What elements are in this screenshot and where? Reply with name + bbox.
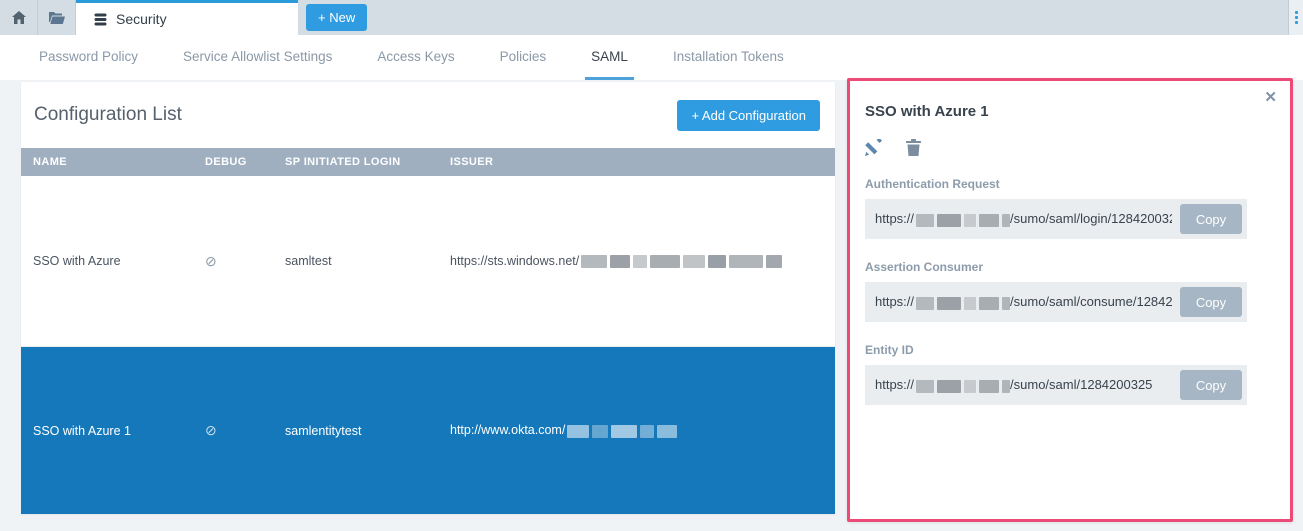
collection-stack-icon	[94, 13, 107, 26]
top-tab-bar: Security + New	[0, 0, 1303, 35]
issuer-value: http://www.okta.com/	[450, 423, 835, 437]
sp-initiated-login-value: samlentitytest	[285, 424, 450, 438]
home-icon	[12, 11, 26, 24]
copy-entity-id-button[interactable]: Copy	[1180, 370, 1242, 400]
column-header-sp-initiated-login: SP INITIATED LOGIN	[285, 156, 450, 168]
issuer-prefix: http://www.okta.com/	[450, 423, 565, 437]
field-value: https:///sumo/saml/consume/128420	[875, 294, 1172, 309]
page-title: Configuration List	[34, 104, 182, 126]
tab-password-policy[interactable]: Password Policy	[33, 35, 144, 80]
table-row-sso-with-azure-1[interactable]: SSO with Azure 1 ⊘ samlentitytest http:/…	[21, 347, 835, 514]
copy-assertion-consumer-button[interactable]: Copy	[1180, 287, 1242, 317]
field-value: https:///sumo/saml/login/1284200325	[875, 211, 1172, 226]
issuer-prefix: https://sts.windows.net/	[450, 254, 579, 268]
tab-service-allowlist-settings[interactable]: Service Allowlist Settings	[177, 35, 338, 80]
redacted-blur	[581, 255, 782, 268]
add-configuration-button[interactable]: + Add Configuration	[677, 100, 820, 131]
config-name: SSO with Azure 1	[33, 424, 205, 438]
kebab-menu-icon[interactable]	[1288, 0, 1303, 35]
field-value: https:///sumo/saml/1284200325	[875, 377, 1172, 392]
delete-button[interactable]	[906, 139, 921, 156]
redacted-blur	[567, 425, 677, 438]
table-header: NAME DEBUG SP INITIATED LOGIN ISSUER	[21, 148, 835, 176]
tab-policies[interactable]: Policies	[494, 35, 553, 80]
field-label: Entity ID	[865, 343, 1275, 357]
close-icon[interactable]: ✕	[1264, 90, 1277, 105]
authentication-request-field: https:///sumo/saml/login/1284200325 Copy	[865, 199, 1247, 239]
redacted-blur	[916, 297, 1010, 310]
tab-security[interactable]: Security	[76, 0, 298, 35]
authentication-request-group: Authentication Request https:///sumo/sam…	[865, 177, 1275, 239]
new-tab-button[interactable]: + New	[306, 4, 367, 31]
tab-saml[interactable]: SAML	[585, 35, 634, 80]
field-label: Authentication Request	[865, 177, 1275, 191]
debug-disabled-icon: ⊘	[205, 253, 285, 270]
entity-id-group: Entity ID https:///sumo/saml/1284200325 …	[865, 343, 1275, 405]
folder-tab[interactable]	[38, 0, 76, 35]
edit-button[interactable]	[865, 139, 882, 156]
debug-disabled-icon: ⊘	[205, 422, 285, 439]
table-row-sso-with-azure[interactable]: SSO with Azure ⊘ samltest https://sts.wi…	[21, 176, 835, 347]
redacted-blur	[916, 380, 1010, 393]
assertion-consumer-field: https:///sumo/saml/consume/128420 Copy	[865, 282, 1247, 322]
home-tab[interactable]	[0, 0, 38, 35]
column-header-issuer: ISSUER	[450, 156, 835, 168]
tab-installation-tokens[interactable]: Installation Tokens	[667, 35, 790, 80]
assertion-consumer-group: Assertion Consumer https:///sumo/saml/co…	[865, 260, 1275, 322]
saml-detail-panel: ✕ SSO with Azure 1 Authentication Reques…	[847, 78, 1293, 522]
redacted-blur	[916, 214, 1010, 227]
folder-icon	[49, 11, 65, 24]
trash-icon	[906, 139, 921, 156]
security-subnav: Password Policy Service Allowlist Settin…	[0, 35, 1303, 80]
copy-authentication-request-button[interactable]: Copy	[1180, 204, 1242, 234]
entity-id-field: https:///sumo/saml/1284200325 Copy	[865, 365, 1247, 405]
issuer-value: https://sts.windows.net/	[450, 254, 835, 268]
detail-panel-title: SSO with Azure 1	[865, 103, 1275, 120]
column-header-debug: DEBUG	[205, 156, 285, 168]
field-label: Assertion Consumer	[865, 260, 1275, 274]
pencil-icon	[865, 139, 882, 156]
tab-security-label: Security	[116, 11, 167, 27]
tab-access-keys[interactable]: Access Keys	[371, 35, 460, 80]
configuration-list-card: Configuration List + Add Configuration N…	[21, 82, 835, 514]
sp-initiated-login-value: samltest	[285, 254, 450, 268]
column-header-name: NAME	[33, 156, 205, 168]
config-name: SSO with Azure	[33, 254, 205, 268]
